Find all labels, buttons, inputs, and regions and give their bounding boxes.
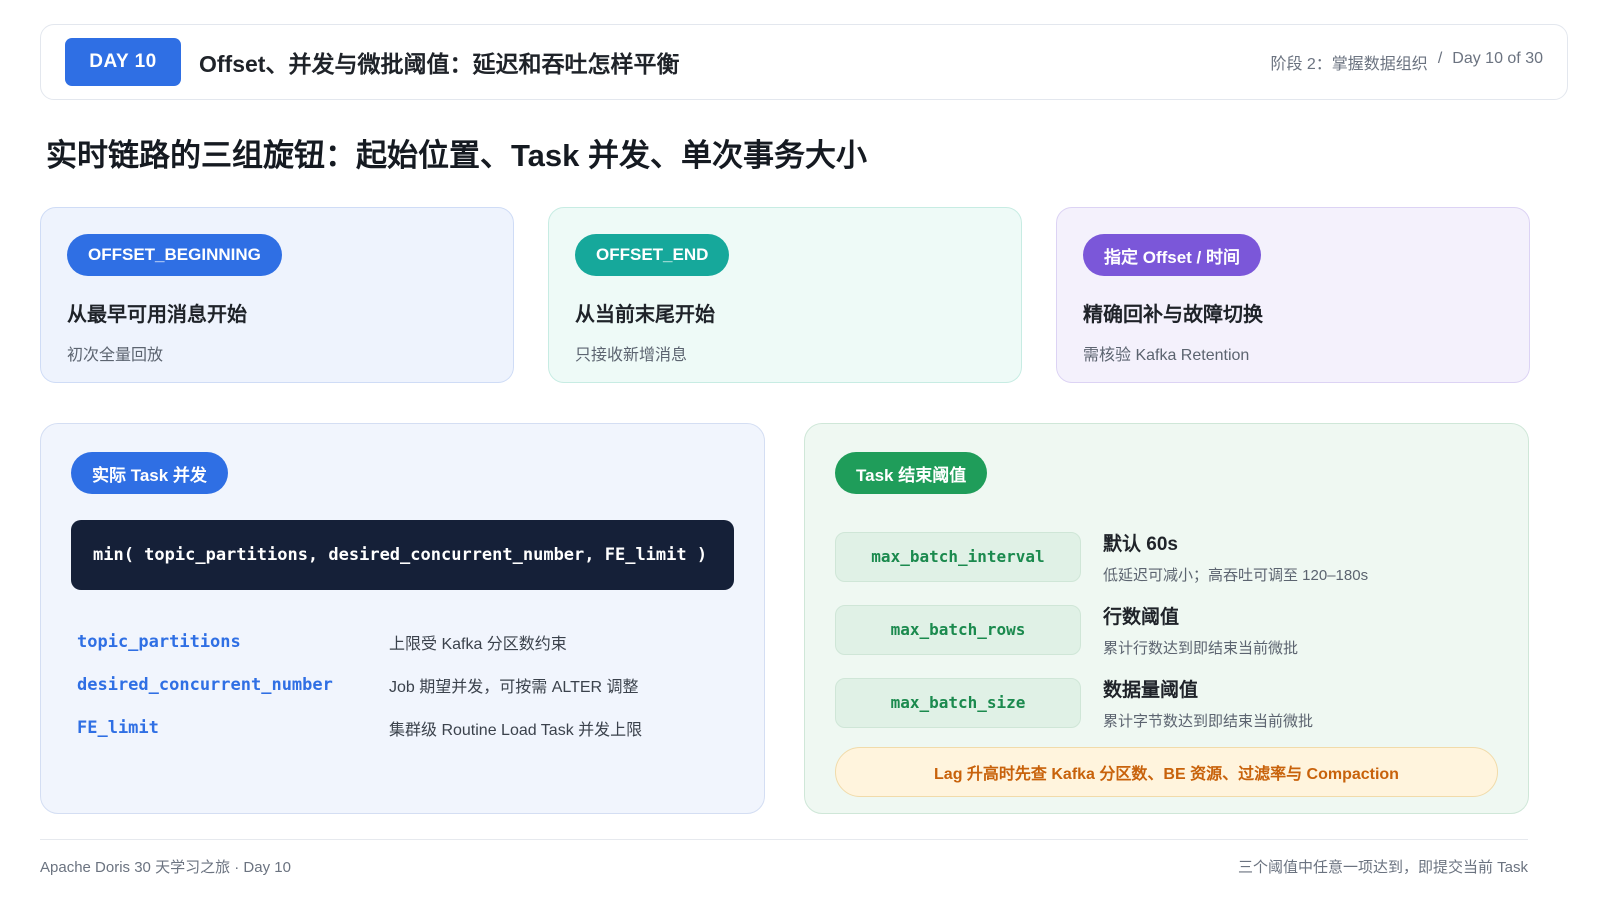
header-title: Offset、并发与微批阈值：延迟和吞吐怎样平衡 [199, 51, 680, 77]
meta-separator: / [1437, 50, 1443, 67]
offset-desc: 只接收新增消息 [575, 347, 688, 364]
offset-tag: OFFSET_BEGINNING [67, 234, 282, 276]
concurrency-tag: 实际 Task 并发 [71, 452, 228, 494]
day-badge: DAY 10 [65, 38, 181, 86]
offset-card-end: OFFSET_END 从当前末尾开始 只接收新增消息 [548, 207, 1022, 383]
thresholds-panel: Task 结束阈值 max_batch_interval 默认 60s 低延迟可… [804, 423, 1529, 814]
param-key: topic_partitions [77, 631, 241, 652]
concurrency-formula: min( topic_partitions, desired_concurren… [71, 520, 734, 590]
threshold-desc: 低延迟可减小；高吞吐可调至 120–180s [1103, 566, 1369, 584]
page-title: 实时链路的三组旋钮：起始位置、Task 并发、单次事务大小 [46, 138, 867, 173]
threshold-key: max_batch_interval [835, 531, 1081, 582]
threshold-key: max_batch_size [835, 677, 1081, 728]
offset-card-beginning: OFFSET_BEGINNING 从最早可用消息开始 初次全量回放 [40, 207, 514, 383]
param-row: topic_partitions 上限受 Kafka 分区数约束 [71, 620, 734, 663]
header-bar: DAY 10 Offset、并发与微批阈值：延迟和吞吐怎样平衡 阶段 2：掌握数… [40, 24, 1568, 100]
offset-desc: 需核验 Kafka Retention [1083, 347, 1250, 364]
footer-left: Apache Doris 30 天学习之旅 · Day 10 [40, 859, 291, 876]
offset-heading: 从最早可用消息开始 [67, 304, 247, 326]
stage-label: 阶段 2：掌握数据组织 [1270, 56, 1428, 73]
threshold-title: 默认 60s [1103, 533, 1178, 555]
param-desc: 上限受 Kafka 分区数约束 [389, 635, 567, 653]
param-key: FE_limit [77, 717, 159, 738]
threshold-desc: 累计行数达到即结束当前微批 [1103, 639, 1299, 657]
offset-tag: OFFSET_END [575, 234, 730, 276]
param-desc: 集群级 Routine Load Task 并发上限 [389, 721, 643, 739]
threshold-key: max_batch_rows [835, 604, 1081, 655]
param-row: FE_limit 集群级 Routine Load Task 并发上限 [71, 706, 734, 749]
concurrency-panel: 实际 Task 并发 min( topic_partitions, desire… [40, 423, 765, 814]
param-list: topic_partitions 上限受 Kafka 分区数约束 desired… [71, 620, 734, 749]
threshold-title: 数据量阈值 [1103, 679, 1199, 701]
offset-desc: 初次全量回放 [67, 347, 164, 364]
param-row: desired_concurrent_number Job 期望并发，可按需 A… [71, 663, 734, 706]
threshold-row: max_batch_interval 默认 60s 低延迟可减小；高吞吐可调至 … [835, 520, 1498, 593]
threshold-row: max_batch_rows 行数阈值 累计行数达到即结束当前微批 [835, 593, 1498, 666]
offset-tag: 指定 Offset / 时间 [1083, 234, 1262, 276]
threshold-list: max_batch_interval 默认 60s 低延迟可减小；高吞吐可调至 … [835, 520, 1498, 739]
header-meta: 阶段 2：掌握数据组织 / Day 10 of 30 [1270, 50, 1543, 74]
threshold-title: 行数阈值 [1103, 606, 1180, 628]
thresholds-tag: Task 结束阈值 [835, 452, 988, 494]
param-key: desired_concurrent_number [77, 674, 333, 695]
offset-heading: 从当前末尾开始 [575, 304, 715, 326]
threshold-desc: 累计字节数达到即结束当前微批 [1103, 712, 1314, 730]
offset-card-specified: 指定 Offset / 时间 精确回补与故障切换 需核验 Kafka Reten… [1056, 207, 1530, 383]
footer-divider [40, 839, 1528, 840]
offset-heading: 精确回补与故障切换 [1083, 304, 1263, 326]
threshold-row: max_batch_size 数据量阈值 累计字节数达到即结束当前微批 [835, 666, 1498, 739]
footer-right: 三个阈值中任意一项达到，即提交当前 Task [1237, 859, 1528, 876]
param-desc: Job 期望并发，可按需 ALTER 调整 [389, 678, 639, 696]
progress-label: Day 10 of 30 [1452, 50, 1543, 67]
lag-note: Lag 升高时先查 Kafka 分区数、BE 资源、过滤率与 Compactio… [835, 747, 1498, 797]
